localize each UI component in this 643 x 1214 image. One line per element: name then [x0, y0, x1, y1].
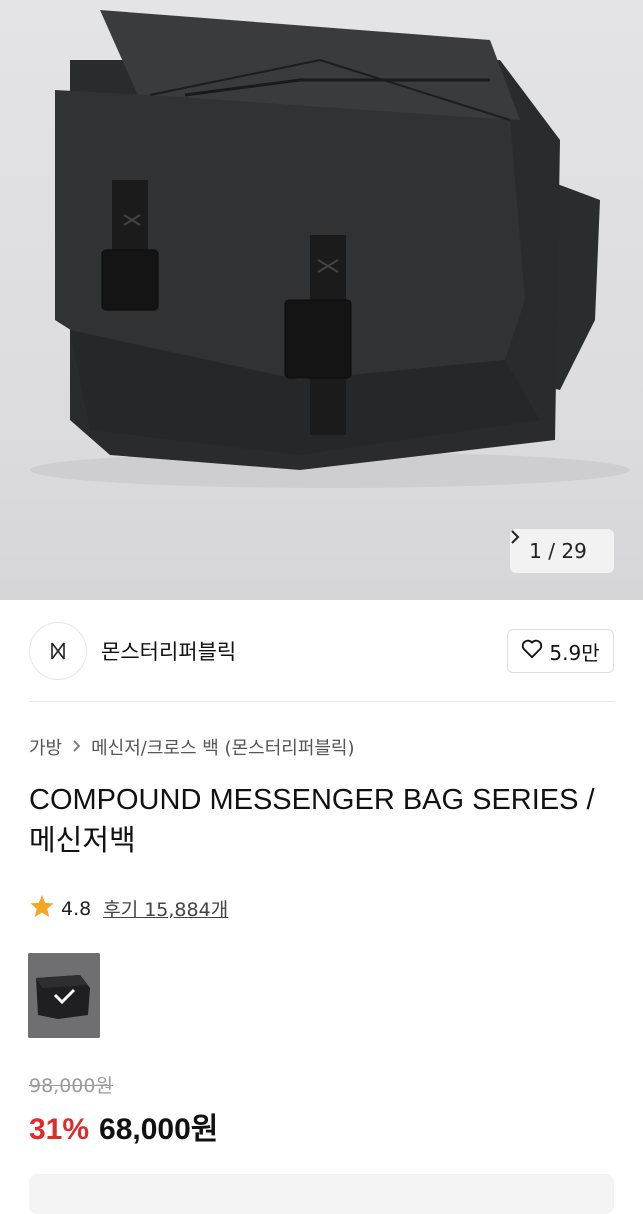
product-title-line1: COMPOUND MESSENGER BAG SERIES / [29, 784, 595, 816]
like-count: 5.9만 [549, 640, 600, 665]
color-option-thumbnail[interactable] [28, 953, 100, 1038]
divider [29, 701, 614, 702]
image-counter[interactable]: 1 / 29 [510, 529, 614, 573]
info-box [29, 1174, 614, 1214]
sale-price: 68,000원 [99, 1113, 219, 1146]
image-counter-text: 1 / 29 [529, 539, 587, 563]
breadcrumb: 가방 메신저/크로스 백 (몬스터리퍼블릭) [29, 734, 355, 760]
brand-logo-icon[interactable] [29, 622, 87, 680]
brand-name[interactable]: 몬스터리퍼블릭 [101, 636, 236, 666]
reviews-link[interactable]: 후기 15,884개 [103, 895, 228, 922]
product-image-gallery[interactable]: 1 / 29 [0, 0, 643, 600]
discount-rate: 31% [29, 1113, 90, 1146]
product-title: COMPOUND MESSENGER BAG SERIES / 메신저백 [29, 780, 629, 862]
original-price: 98,000원 [29, 1075, 113, 1097]
price-row: 31% 68,000원 [29, 1104, 218, 1148]
breadcrumb-item-messenger[interactable]: 메신저/크로스 백 (몬스터리퍼블릭) [91, 734, 354, 760]
rating-value: 4.8 [61, 897, 92, 920]
messenger-bag-image [30, 10, 630, 488]
heart-outline-icon [521, 639, 543, 664]
like-button[interactable]: 5.9만 [507, 629, 614, 673]
brand-row: 몬스터리퍼블릭 5.9만 [29, 622, 614, 680]
rating-row: 4.8 후기 15,884개 [29, 894, 228, 923]
chevron-right-icon [72, 737, 81, 758]
breadcrumb-item-bag[interactable]: 가방 [29, 734, 62, 760]
star-icon [29, 894, 55, 923]
product-title-line2: 메신저백 [29, 825, 136, 857]
